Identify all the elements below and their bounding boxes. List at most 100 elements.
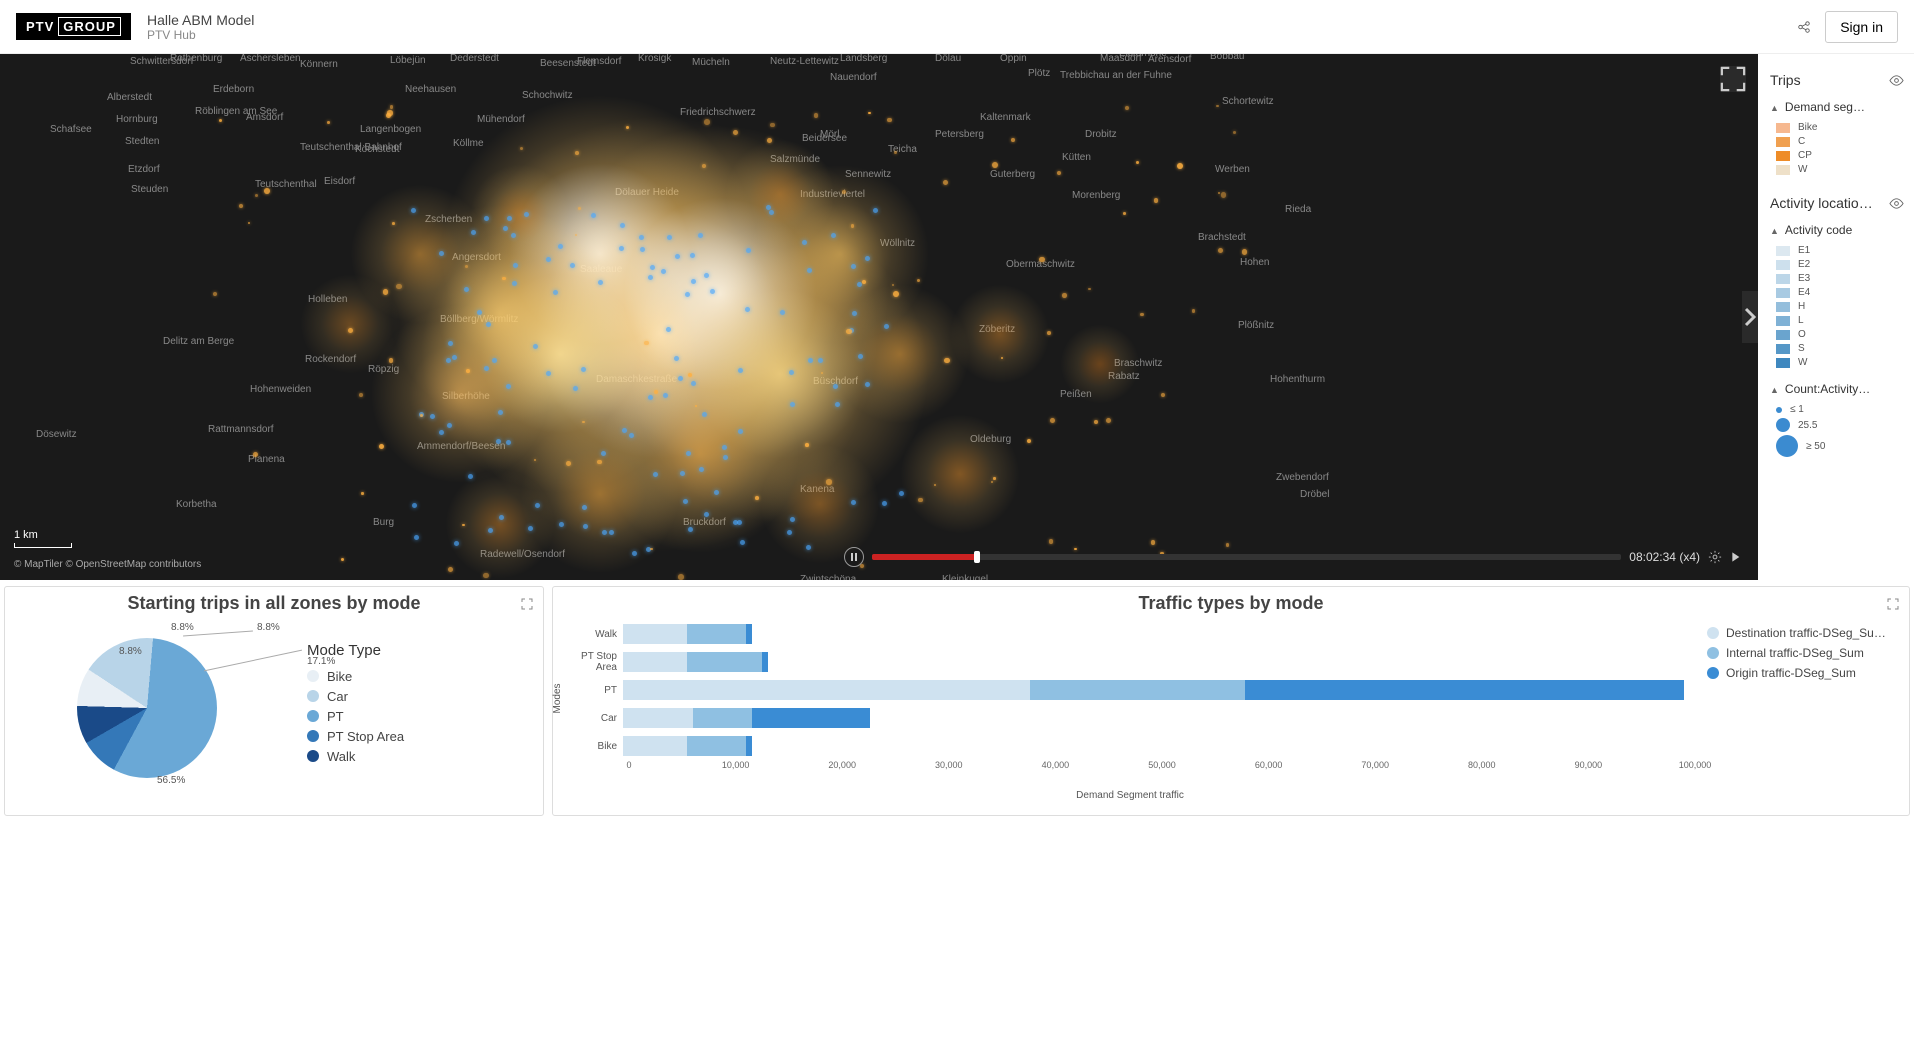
pie-chart-title: Starting trips in all zones by mode (17, 593, 531, 614)
legend-item[interactable]: H (1776, 301, 1904, 312)
bar-row[interactable]: PT (565, 676, 1695, 704)
map-place-label: Friedrichschwerz (680, 107, 756, 118)
map-place-label: Radewell/Osendorf (480, 549, 565, 560)
bar-row[interactable]: Car (565, 704, 1695, 732)
time-display: 08:02:34 (x4) (1629, 550, 1700, 564)
map-place-label: Köchstedt (355, 144, 399, 155)
page-title: Halle ABM Model (147, 12, 254, 28)
timeline-slider[interactable] (872, 554, 1621, 560)
map-place-label: Rockendorf (305, 354, 356, 365)
legend-item[interactable]: E3 (1776, 273, 1904, 284)
legend-item[interactable]: O (1776, 329, 1904, 340)
legend-item[interactable]: E2 (1776, 259, 1904, 270)
map-place-label: Damaschkestraße (596, 374, 677, 385)
map-place-label: Könnern (300, 59, 338, 70)
map-place-label: Erdeborn (213, 84, 254, 95)
map-place-label: Stedten (125, 136, 159, 147)
bar-chart-panel: Traffic types by mode Modes WalkPT Stop … (552, 586, 1910, 816)
expand-icon[interactable] (1887, 597, 1899, 609)
bar-row[interactable]: Walk (565, 620, 1695, 648)
signin-button[interactable]: Sign in (1825, 11, 1898, 43)
group-header-activity-count[interactable]: ▲Count:Activity… (1770, 382, 1904, 396)
gear-icon[interactable] (1708, 550, 1722, 564)
map-place-label: Bruckdorf (683, 517, 726, 528)
map-place-label: Rothenburg (170, 54, 222, 64)
legend-item[interactable]: PT Stop Area (307, 729, 404, 744)
map-place-label: Teutschenthal (255, 179, 317, 190)
map-place-label: Dederstedt (450, 54, 499, 64)
pie-chart[interactable]: 8.8% 8.8% 17.1% 56.5% 8.8% (17, 620, 277, 790)
legend-size-item[interactable]: ≥ 50 (1776, 435, 1904, 457)
animation-player: 08:02:34 (x4) (844, 546, 1744, 568)
legend-item[interactable]: Bike (307, 669, 404, 684)
map-place-label: Beidersee (802, 133, 847, 144)
bar-row[interactable]: PT Stop Area (565, 648, 1695, 676)
legend-item[interactable]: E1 (1776, 245, 1904, 256)
map-place-label: Dösewitz (36, 429, 77, 440)
map-place-label: Rieda (1285, 204, 1311, 215)
share-icon[interactable] (1797, 20, 1811, 34)
pause-button[interactable] (844, 547, 864, 567)
page-subtitle: PTV Hub (147, 28, 254, 42)
map-place-label: Silberhöhe (442, 391, 490, 402)
legend-item[interactable]: S (1776, 343, 1904, 354)
bar-row[interactable]: Bike (565, 732, 1695, 760)
sidebar-collapse-button[interactable] (1742, 291, 1758, 343)
map-place-label: Industrieviertel (800, 189, 865, 200)
legend-size-item[interactable]: ≤ 1 (1776, 404, 1904, 415)
legend-item[interactable]: C (1776, 136, 1904, 147)
map-attribution: © MapTiler © OpenStreetMap contributors (14, 559, 201, 570)
map-place-label: Drobitz (1085, 129, 1117, 140)
map-place-label: Korbetha (176, 499, 217, 510)
bar-chart[interactable]: Modes WalkPT Stop AreaPTCarBike 010,0002… (565, 620, 1695, 796)
legend-size-item[interactable]: 25.5 (1776, 418, 1904, 432)
legend-item[interactable]: Origin traffic-DSeg_Sum (1707, 666, 1897, 680)
scale-bar: 1 km (14, 529, 72, 548)
map-place-label: Sennewitz (845, 169, 891, 180)
map-place-label: Hornburg (116, 114, 158, 125)
map-viewport[interactable]: SchwittersdorfRothenburgAscherslebenKönn… (0, 54, 1758, 580)
legend-item[interactable]: Destination traffic-DSeg_Su… (1707, 626, 1897, 640)
group-header-demand[interactable]: ▲Demand seg… (1770, 100, 1904, 114)
legend-item[interactable]: PT (307, 709, 404, 724)
bar-chart-title: Traffic types by mode (565, 593, 1897, 614)
ptv-logo: PTVGROUP (16, 13, 131, 40)
group-header-activity-code[interactable]: ▲Activity code (1770, 223, 1904, 237)
map-place-label: Oppin (1000, 54, 1027, 64)
map-place-label: Zöberitz (979, 324, 1015, 335)
map-place-label: Rabatz (1108, 371, 1140, 382)
map-place-label: Teicha (888, 144, 917, 155)
visibility-toggle-trips[interactable] (1889, 73, 1904, 88)
map-place-label: Amsdorf (246, 112, 283, 123)
pie-chart-panel: Starting trips in all zones by mode 8.8%… (4, 586, 544, 816)
playback-next-icon[interactable] (1730, 550, 1744, 564)
legend-item[interactable]: W (1776, 357, 1904, 368)
legend-item[interactable]: Internal traffic-DSeg_Sum (1707, 646, 1897, 660)
legend-item[interactable]: Walk (307, 749, 404, 764)
map-place-label: Bobbau (1210, 54, 1244, 62)
map-place-label: Salzmünde (770, 154, 820, 165)
map-place-label: Kaltenmark (980, 112, 1031, 123)
map-place-label: Hohenthurm (1270, 374, 1325, 385)
map-place-label: Kanena (800, 484, 834, 495)
map-place-label: Obermaschwitz (1006, 259, 1075, 270)
map-place-label: Werben (1215, 164, 1250, 175)
legend-item[interactable]: Car (307, 689, 404, 704)
legend-item[interactable]: CP (1776, 150, 1904, 161)
map-place-label: Trebbichau an der Fuhne (1060, 70, 1172, 81)
map-place-label: Delitz am Berge (163, 336, 234, 347)
map-place-label: Landsberg (840, 54, 887, 64)
expand-icon[interactable] (521, 597, 533, 609)
map-place-label: Planena (248, 454, 285, 465)
map-place-label: Peißen (1060, 389, 1092, 400)
visibility-toggle-activity[interactable] (1889, 196, 1904, 211)
title-block: Halle ABM Model PTV Hub (147, 12, 254, 42)
legend-item[interactable]: W (1776, 164, 1904, 175)
legend-item[interactable]: E4 (1776, 287, 1904, 298)
map-place-label: Mühendorf (477, 114, 525, 125)
map-place-label: Neehausen (405, 84, 456, 95)
map-place-label: Burg (373, 517, 394, 528)
legend-item[interactable]: L (1776, 315, 1904, 326)
fullscreen-button[interactable] (1720, 66, 1746, 92)
legend-item[interactable]: Bike (1776, 122, 1904, 133)
